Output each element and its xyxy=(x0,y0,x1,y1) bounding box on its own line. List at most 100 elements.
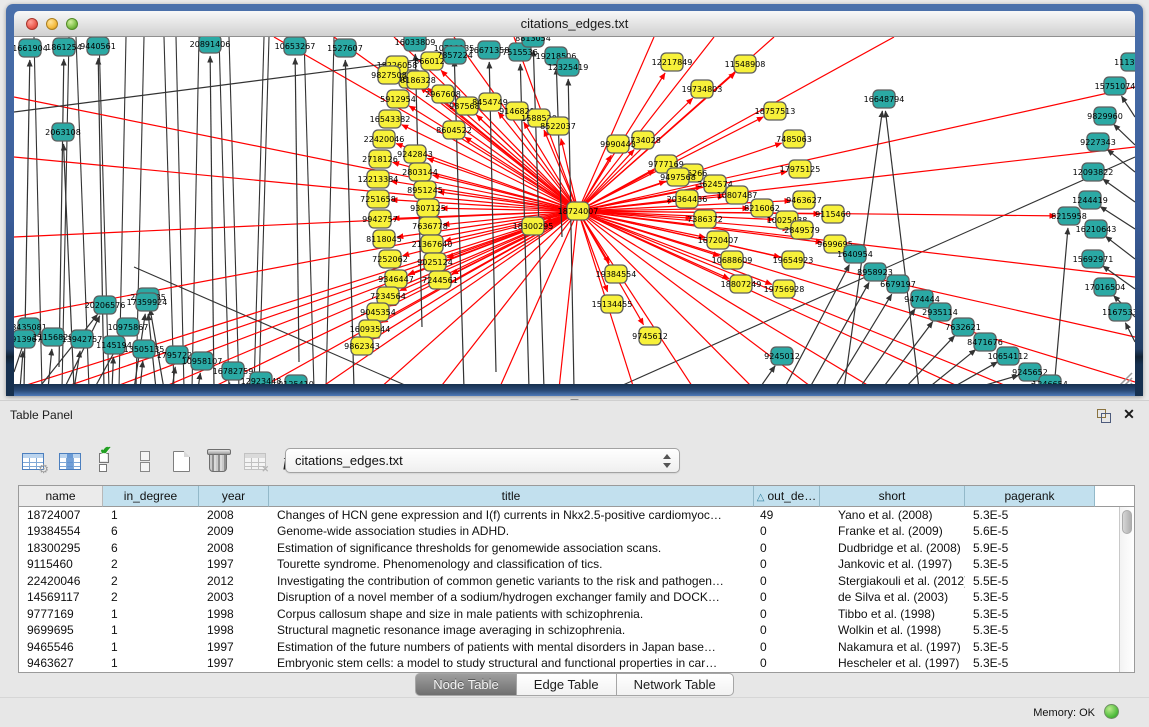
tab-node-table[interactable]: Node Table xyxy=(415,673,517,696)
table-cell[interactable]: 1 xyxy=(103,606,199,622)
table-cell[interactable]: Wolkin et al. (1998) xyxy=(820,622,965,638)
graph-node[interactable]: 9942757 xyxy=(362,210,398,228)
graph-node[interactable]: 20206576 xyxy=(85,296,126,314)
citation-graph[interactable]: 1872400718300295866012874638225912954165… xyxy=(14,37,1135,389)
table-cell[interactable]: 2 xyxy=(103,556,199,572)
table-cell[interactable]: 1998 xyxy=(199,606,269,622)
table-cell[interactable]: 2008 xyxy=(199,540,269,556)
table-cell[interactable]: 5.3E-5 xyxy=(965,589,1095,605)
graph-node[interactable]: 8471676 xyxy=(967,333,1003,351)
table-cell[interactable]: 1 xyxy=(103,655,199,671)
table-selector-dropdown[interactable]: citations_edges.txt xyxy=(285,448,680,473)
table-cell[interactable]: Jankovic et al. (1997) xyxy=(820,556,965,572)
row-height-button[interactable] xyxy=(131,448,157,474)
table-cell[interactable]: 0 xyxy=(754,606,820,622)
table-cell[interactable]: Franke et al. (2009) xyxy=(820,523,965,539)
graph-node[interactable]: 21367640 xyxy=(412,235,453,253)
table-cell[interactable]: 5.3E-5 xyxy=(965,606,1095,622)
graph-node[interactable]: 7234564 xyxy=(370,287,406,305)
column-header-indegree[interactable]: in_degree xyxy=(103,486,199,507)
graph-node[interactable]: 15692971 xyxy=(1073,250,1114,268)
graph-node[interactable]: 18757513 xyxy=(755,102,796,120)
graph-node[interactable]: 20891406 xyxy=(190,37,231,53)
table-settings-button[interactable] xyxy=(20,448,46,474)
table-cell[interactable]: 0 xyxy=(754,573,820,589)
graph-node[interactable]: 15134455 xyxy=(592,295,633,313)
table-cell[interactable]: de Silva et al. (2003) xyxy=(820,589,965,605)
table-cell[interactable]: 5.3E-5 xyxy=(965,639,1095,655)
table-row[interactable]: 911546021997Tourette syndrome. Phenomeno… xyxy=(19,556,1119,572)
graph-node[interactable]: 19654923 xyxy=(773,251,814,269)
table-cell[interactable]: 2003 xyxy=(199,589,269,605)
float-window-icon[interactable] xyxy=(1097,409,1111,423)
table-cell[interactable]: Estimation of the future numbers of pati… xyxy=(269,639,754,655)
table-cell[interactable]: 2008 xyxy=(199,507,269,523)
graph-node[interactable]: 9245012 xyxy=(764,347,800,365)
graph-node[interactable]: 9242843 xyxy=(397,145,433,163)
graph-node[interactable]: 7252062 xyxy=(372,250,408,268)
table-cell[interactable]: 22420046 xyxy=(19,573,103,589)
resize-grip-icon[interactable] xyxy=(1128,383,1132,387)
table-row[interactable]: 977716911998Corpus callosum shape and si… xyxy=(19,606,1119,622)
table-cell[interactable]: Genome-wide association studies in ADHD. xyxy=(269,523,754,539)
graph-node[interactable]: 9745612 xyxy=(632,327,668,345)
table-cell[interactable]: 1997 xyxy=(199,655,269,671)
table-cell[interactable]: 5.3E-5 xyxy=(965,507,1095,523)
table-cell[interactable]: 9777169 xyxy=(19,606,103,622)
graph-node[interactable]: 16210643 xyxy=(1076,220,1117,238)
table-cell[interactable]: 1 xyxy=(103,622,199,638)
table-cell[interactable]: Nakamura et al. (1997) xyxy=(820,639,965,655)
column-header-pagerank[interactable]: pagerank xyxy=(965,486,1095,507)
table-cell[interactable]: 5.6E-5 xyxy=(965,523,1095,539)
table-cell[interactable]: 2 xyxy=(103,573,199,589)
graph-node[interactable]: 12093822 xyxy=(1073,163,1114,181)
table-cell[interactable]: 0 xyxy=(754,556,820,572)
table-cell[interactable]: 1997 xyxy=(199,556,269,572)
table-cell[interactable]: 9463627 xyxy=(19,655,103,671)
table-cell[interactable]: 49 xyxy=(754,507,820,523)
column-header-outde[interactable]: △out_de… xyxy=(754,486,820,507)
graph-node[interactable]: 9463627 xyxy=(786,191,822,209)
table-cell[interactable]: 2 xyxy=(103,589,199,605)
close-icon[interactable]: ✕ xyxy=(1122,406,1136,422)
graph-node[interactable]: 1167533 xyxy=(1102,303,1135,321)
table-row[interactable]: 1872400712008Changes of HCN gene express… xyxy=(19,507,1119,523)
table-cell[interactable]: 0 xyxy=(754,639,820,655)
table-cell[interactable]: 5.9E-5 xyxy=(965,540,1095,556)
table-row[interactable]: 1938455462009Genome-wide association stu… xyxy=(19,523,1119,539)
table-cell[interactable]: Embryonic stem cells: a model to study s… xyxy=(269,655,754,671)
table-cell[interactable]: Dudbridge et al. (2008) xyxy=(820,540,965,556)
table-cell[interactable]: 0 xyxy=(754,523,820,539)
graph-node[interactable]: 9227343 xyxy=(1080,133,1116,151)
select-columns-button[interactable] xyxy=(94,448,120,474)
table-cell[interactable]: 9465546 xyxy=(19,639,103,655)
graph-node[interactable]: 17016504 xyxy=(1085,278,1126,296)
graph-node[interactable]: 1113054 xyxy=(1114,53,1135,71)
minimize-window-button[interactable] xyxy=(46,18,58,30)
graph-node[interactable]: 16648794 xyxy=(864,90,905,108)
new-column-button[interactable] xyxy=(168,448,194,474)
graph-node[interactable]: 2718126 xyxy=(362,150,398,168)
delete-column-button[interactable] xyxy=(205,448,231,474)
table-row[interactable]: 969969511998Structural magnetic resonanc… xyxy=(19,622,1119,638)
vertical-scrollbar[interactable] xyxy=(1119,507,1134,672)
table-cell[interactable]: 1 xyxy=(103,639,199,655)
table-row[interactable]: 1830029562008Estimation of significance … xyxy=(19,540,1119,556)
table-cell[interactable]: 9115460 xyxy=(19,556,103,572)
column-header-year[interactable]: year xyxy=(199,486,269,507)
table-row[interactable]: 1456911722003Disruption of a novel membe… xyxy=(19,589,1119,605)
graph-node[interactable]: 16543382 xyxy=(370,110,411,128)
table-cell[interactable]: 0 xyxy=(754,622,820,638)
graph-node[interactable]: 19734803 xyxy=(682,80,723,98)
table-cell[interactable]: Corpus callosum shape and size in male p… xyxy=(269,606,754,622)
table-cell[interactable]: Hescheler et al. (1997) xyxy=(820,655,965,671)
scrollbar-thumb[interactable] xyxy=(1122,510,1132,534)
table-cell[interactable]: Estimation of significance thresholds fo… xyxy=(269,540,754,556)
table-cell[interactable]: 1998 xyxy=(199,622,269,638)
graph-node[interactable]: 10653267 xyxy=(275,37,316,55)
graph-node[interactable]: 8215958 xyxy=(1051,207,1087,225)
table-cell[interactable]: 6 xyxy=(103,523,199,539)
graph-node[interactable]: 11548908 xyxy=(725,55,766,73)
graph-node[interactable]: 19756928 xyxy=(764,280,805,298)
graph-node[interactable]: 7636778 xyxy=(412,217,448,235)
